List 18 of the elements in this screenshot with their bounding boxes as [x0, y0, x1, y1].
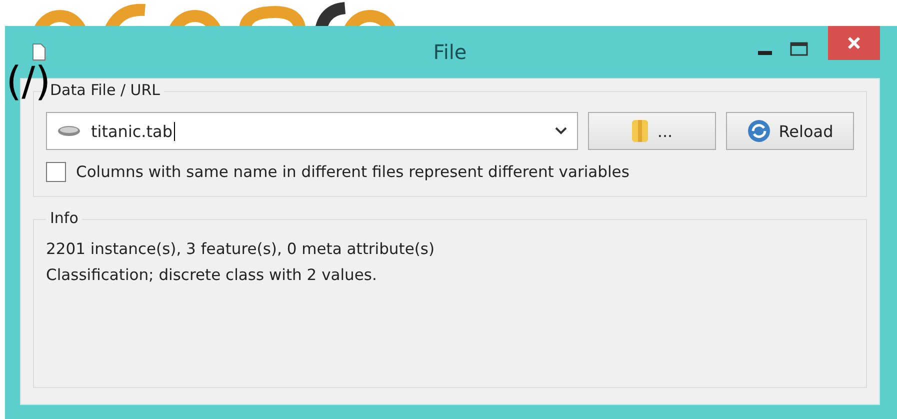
group-title: Data File / URL — [46, 81, 164, 99]
browse-button[interactable]: ... — [588, 112, 716, 150]
info-text: Classification; discrete class with 2 values. — [46, 265, 378, 286]
drive-icon — [57, 125, 81, 137]
reload-button[interactable]: Reload — [726, 112, 854, 150]
close-icon — [847, 36, 861, 50]
minimize-icon — [758, 51, 772, 55]
chevron-down-icon — [555, 127, 567, 135]
checkbox[interactable] — [46, 162, 66, 182]
document-icon — [32, 43, 46, 61]
window-title: File — [433, 40, 467, 64]
info-text: 2201 instance(s), 3 feature(s), 0 meta attribute(s) — [46, 239, 436, 260]
close-button[interactable] — [828, 26, 880, 60]
refresh-icon — [746, 119, 771, 143]
folder-icon — [631, 118, 650, 144]
checkbox-label: Columns with same name in different files represent different variables — [76, 163, 630, 181]
maximize-icon — [790, 42, 808, 56]
file-combo-box[interactable]: titanic.tab — [46, 112, 578, 150]
